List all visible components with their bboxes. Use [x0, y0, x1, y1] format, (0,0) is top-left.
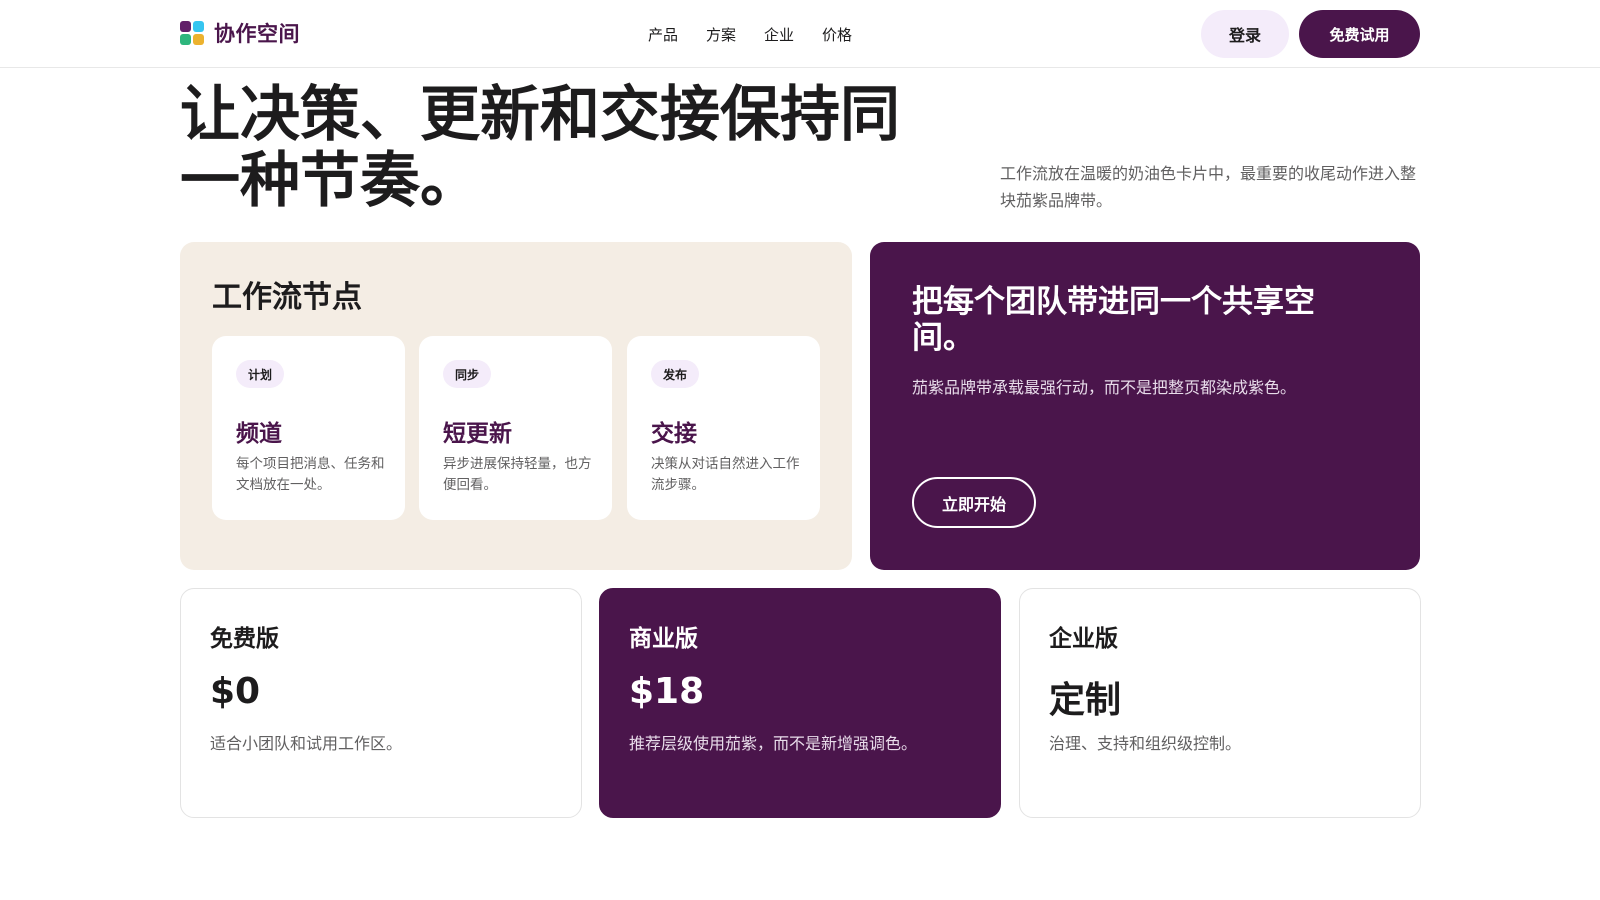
plan-price: $0	[210, 671, 261, 712]
logo-square-yellow	[193, 34, 204, 45]
node-title: 频道	[236, 421, 282, 447]
plan-card-free: 免费版 $0 适合小团队和试用工作区。	[180, 588, 582, 818]
promo-card: 把每个团队带进同一个共享空间。 茄紫品牌带承载最强行动，而不是把整页都染成紫色。…	[870, 242, 1420, 570]
brand-logo-link[interactable]: 协作空间	[180, 18, 300, 48]
logo-square-purple	[180, 21, 191, 32]
workflow-node-updates: 同步 短更新 异步进展保持轻量，也方便回看。	[419, 336, 612, 520]
plan-description: 治理、支持和组织级控制。	[1049, 734, 1242, 753]
node-title: 短更新	[443, 421, 512, 447]
free-trial-button[interactable]: 免费试用	[1299, 10, 1420, 58]
plan-description: 适合小团队和试用工作区。	[210, 734, 403, 753]
workflow-node-handoff: 发布 交接 决策从对话自然进入工作流步骤。	[627, 336, 820, 520]
workflow-card: 工作流节点 计划 频道 每个项目把消息、任务和文档放在一处。 同步 短更新 异步…	[180, 242, 852, 570]
promo-title: 把每个团队带进同一个共享空间。	[912, 284, 1315, 356]
login-button[interactable]: 登录	[1201, 10, 1289, 58]
plan-price: $18	[629, 671, 705, 712]
plan-card-business: 商业版 $18 推荐层级使用茄紫，而不是新增强调色。	[599, 588, 1001, 818]
node-badge: 同步	[443, 360, 492, 388]
logo-square-green	[180, 34, 191, 45]
plan-name: 商业版	[629, 626, 698, 652]
brand-name: 协作空间	[214, 22, 300, 46]
get-started-button[interactable]: 立即开始	[912, 477, 1036, 528]
node-badge: 计划	[236, 360, 285, 388]
node-title: 交接	[651, 421, 697, 447]
node-badge: 发布	[651, 360, 700, 388]
node-description: 异步进展保持轻量，也方便回看。	[443, 456, 592, 493]
nav-item-pricing[interactable]: 价格	[822, 24, 852, 45]
nav-item-product[interactable]: 产品	[648, 24, 678, 45]
plan-name: 免费版	[210, 626, 279, 652]
node-description: 每个项目把消息、任务和文档放在一处。	[236, 456, 385, 493]
nav-item-solutions[interactable]: 方案	[706, 24, 736, 45]
hero-title: 让决策、更新和交接保持同一种节奏。	[180, 80, 900, 216]
node-description: 决策从对话自然进入工作流步骤。	[651, 456, 800, 493]
plan-description: 推荐层级使用茄紫，而不是新增强调色。	[629, 734, 918, 753]
promo-description: 茄紫品牌带承载最强行动，而不是把整页都染成紫色。	[912, 378, 1297, 397]
nav-item-enterprise[interactable]: 企业	[764, 24, 794, 45]
plan-name: 企业版	[1049, 626, 1118, 652]
logo-square-blue	[193, 21, 204, 32]
logo-icon	[180, 21, 204, 45]
workflow-title: 工作流节点	[212, 280, 362, 315]
site-header: 协作空间 产品 方案 企业 价格 登录 免费试用	[0, 0, 1600, 68]
main-nav: 产品 方案 企业 价格	[648, 24, 852, 45]
hero-description: 工作流放在温暖的奶油色卡片中，最重要的收尾动作进入整块茄紫品牌带。	[1000, 164, 1417, 210]
workflow-node-channels: 计划 频道 每个项目把消息、任务和文档放在一处。	[212, 336, 405, 520]
plan-card-enterprise: 企业版 定制 治理、支持和组织级控制。	[1019, 588, 1421, 818]
plan-price: 定制	[1049, 680, 1122, 721]
